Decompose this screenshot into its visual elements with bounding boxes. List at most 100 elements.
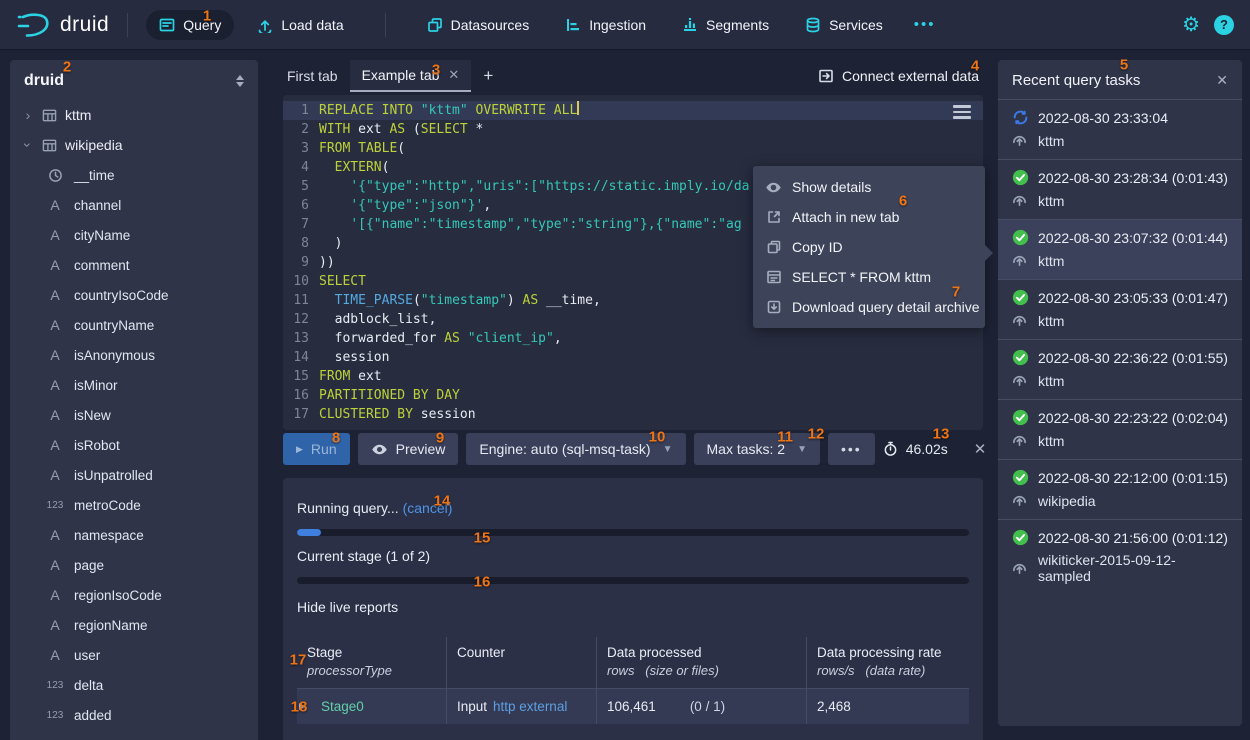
- task-list-item[interactable]: 2022-08-30 23:05:33 (0:01:47) kttm: [998, 279, 1242, 339]
- task-timestamp: 2022-08-30 23:28:34 (0:01:43): [1038, 170, 1228, 186]
- more-options-button[interactable]: •••: [828, 433, 875, 465]
- nav-more-button[interactable]: •••: [906, 16, 944, 33]
- editor-menu-icon[interactable]: [953, 105, 971, 119]
- nav-item-segments[interactable]: Segments: [669, 10, 782, 40]
- schema-name[interactable]: druid: [24, 72, 64, 90]
- line-number: 2: [283, 120, 319, 139]
- line-number: 4: [283, 158, 319, 177]
- string-type-icon: A: [44, 287, 66, 303]
- chevron-down-icon: ▼: [663, 444, 673, 455]
- code-line-13[interactable]: 13 forwarded_for AS "client_ip",: [283, 329, 983, 348]
- close-icon[interactable]: ✕: [1216, 72, 1228, 89]
- sidebar-column-isNew[interactable]: AisNew: [10, 400, 258, 430]
- string-type-icon: A: [44, 347, 66, 363]
- sort-icon[interactable]: [236, 75, 244, 87]
- task-list-item[interactable]: 2022-08-30 21:56:00 (0:01:12)wikiticker-…: [998, 519, 1242, 594]
- add-tab-button[interactable]: +: [471, 60, 505, 92]
- nav-item-services[interactable]: Services: [792, 10, 896, 40]
- string-type-icon: A: [44, 407, 66, 423]
- engine-select[interactable]: Engine: auto (sql-msq-task) ▼: [466, 433, 685, 465]
- nav-item-datasources[interactable]: Datasources: [414, 10, 543, 40]
- task-list-item[interactable]: 2022-08-30 22:12:00 (0:01:15)wikipedia: [998, 459, 1242, 519]
- sidebar-column-namespace[interactable]: Anamespace: [10, 520, 258, 550]
- code-line-15[interactable]: 15FROM ext: [283, 367, 983, 386]
- hide-live-reports-link[interactable]: Hide live reports: [297, 599, 969, 615]
- nav-item-ingestion[interactable]: Ingestion: [552, 10, 659, 40]
- nav-item-load-data[interactable]: Load data: [244, 10, 356, 40]
- table-row[interactable]: ▶ Stage0 Input http external 106,461 (0 …: [297, 688, 969, 724]
- brand-name: druid: [60, 13, 109, 37]
- sidebar-column-metroCode[interactable]: 123metroCode: [10, 490, 258, 520]
- sidebar-column-countryIsoCode[interactable]: AcountryIsoCode: [10, 280, 258, 310]
- sidebar-column-regionIsoCode[interactable]: AregionIsoCode: [10, 580, 258, 610]
- close-icon[interactable]: ✕: [974, 440, 987, 458]
- task-timestamp: 2022-08-30 23:05:33 (0:01:47): [1038, 290, 1228, 306]
- column-name: cityName: [74, 228, 130, 243]
- string-type-icon: A: [44, 227, 66, 243]
- task-list-item[interactable]: 2022-08-30 23:07:32 (0:01:44)kttm: [998, 219, 1242, 279]
- string-type-icon: A: [44, 617, 66, 633]
- nav-divider: [385, 13, 386, 37]
- column-name: regionName: [74, 618, 148, 633]
- column-name: isMinor: [74, 378, 118, 393]
- sidebar-column-isUnpatrolled[interactable]: AisUnpatrolled: [10, 460, 258, 490]
- sidebar-table-kttm[interactable]: › kttm: [10, 100, 258, 130]
- sidebar-column-added[interactable]: 123added: [10, 700, 258, 730]
- datasource-icon: [1012, 192, 1029, 209]
- sidebar-column-page[interactable]: Apage: [10, 550, 258, 580]
- sidebar-column-delta[interactable]: 123delta: [10, 670, 258, 700]
- sidebar-column-isAnonymous[interactable]: AisAnonymous: [10, 340, 258, 370]
- tab-first-tab[interactable]: First tab: [275, 60, 350, 92]
- code-line-16[interactable]: 16PARTITIONED BY DAY: [283, 386, 983, 405]
- string-type-icon: A: [44, 467, 66, 483]
- preview-button[interactable]: Preview: [358, 433, 459, 465]
- string-type-icon: A: [44, 437, 66, 453]
- line-number: 3: [283, 139, 319, 158]
- task-list-item[interactable]: 2022-08-30 23:28:34 (0:01:43)kttm: [998, 159, 1242, 219]
- task-timestamp: 2022-08-30 23:33:04: [1038, 110, 1168, 126]
- code-line-1[interactable]: 1REPLACE INTO "kttm" OVERWRITE ALL: [283, 101, 983, 120]
- expand-row-icon[interactable]: ▶: [299, 701, 306, 712]
- recent-tasks-title: Recent query tasks: [1012, 72, 1140, 89]
- menu-item-download-archive[interactable]: Download query detail archive: [753, 292, 985, 322]
- help-icon[interactable]: ?: [1214, 15, 1234, 35]
- menu-item-show-details[interactable]: Show details: [753, 172, 985, 202]
- cancel-query-link[interactable]: (cancel): [403, 500, 453, 516]
- sidebar-column-countryName[interactable]: AcountryName: [10, 310, 258, 340]
- max-tasks-select[interactable]: Max tasks: 2 ▼: [694, 433, 821, 465]
- menu-item-copy-id[interactable]: Copy ID: [753, 232, 985, 262]
- chevron-right-icon[interactable]: ›: [22, 107, 34, 123]
- sidebar-column-user[interactable]: Auser: [10, 640, 258, 670]
- task-list-item[interactable]: 2022-08-30 22:23:22 (0:02:04)kttm: [998, 399, 1242, 459]
- code-line-17[interactable]: 17CLUSTERED BY session: [283, 405, 983, 424]
- sidebar-table-wikipedia[interactable]: › wikipedia: [10, 130, 258, 160]
- code-line-14[interactable]: 14 session: [283, 348, 983, 367]
- druid-logo[interactable]: druid: [16, 11, 109, 39]
- line-number: 9: [283, 253, 319, 272]
- close-tab-icon[interactable]: ✕: [448, 67, 459, 83]
- gear-icon[interactable]: ⚙: [1182, 15, 1200, 35]
- nav-item-query[interactable]: Query: [146, 10, 234, 40]
- menu-item-attach-in-new-tab[interactable]: Attach in new tab: [753, 202, 985, 232]
- menu-item-select-from-kttm[interactable]: SELECT * FROM kttm: [753, 262, 985, 292]
- code-line-2[interactable]: 2WITH ext AS (SELECT *: [283, 120, 983, 139]
- task-list-item[interactable]: 2022-08-30 22:36:22 (0:01:55)kttm: [998, 339, 1242, 399]
- sidebar-column-channel[interactable]: Achannel: [10, 190, 258, 220]
- sidebar-column-__time[interactable]: __time: [10, 160, 258, 190]
- schema-sidebar: druid › kttm › wikipedia __timeAchannelA…: [10, 60, 258, 740]
- counter-link[interactable]: http external: [493, 699, 567, 714]
- query-timer: 46.02s: [883, 441, 948, 457]
- tab-example-tab[interactable]: Example tab ✕: [350, 60, 472, 92]
- column-name: user: [74, 648, 100, 663]
- code-line-3[interactable]: 3FROM TABLE(: [283, 139, 983, 158]
- sidebar-column-cityName[interactable]: AcityName: [10, 220, 258, 250]
- sidebar-column-isMinor[interactable]: AisMinor: [10, 370, 258, 400]
- chevron-down-icon[interactable]: ›: [20, 139, 36, 151]
- connect-external-data-button[interactable]: Connect external data: [814, 60, 983, 92]
- task-datasource: kttm: [1038, 313, 1064, 329]
- sidebar-column-isRobot[interactable]: AisRobot: [10, 430, 258, 460]
- run-button[interactable]: ▶ Run: [283, 433, 350, 465]
- sidebar-column-comment[interactable]: Acomment: [10, 250, 258, 280]
- task-list-item[interactable]: 2022-08-30 23:33:04kttm: [998, 99, 1242, 159]
- sidebar-column-regionName[interactable]: AregionName: [10, 610, 258, 640]
